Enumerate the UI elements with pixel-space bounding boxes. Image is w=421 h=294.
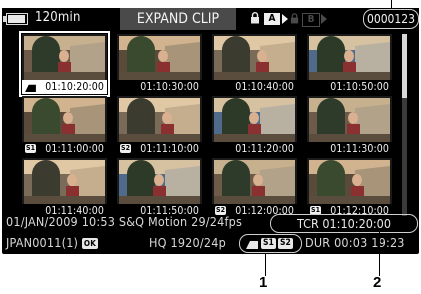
thumbnail-timecode: 01:10:30:00 bbox=[117, 80, 202, 94]
battery-icon bbox=[3, 13, 28, 25]
thumbnail-image bbox=[309, 160, 390, 204]
timecode-readout: TCR 01:10:20:00 bbox=[270, 214, 418, 233]
thumbnail-timecode: 01:11:30:00 bbox=[307, 142, 392, 156]
clip-flag-icon bbox=[246, 241, 258, 249]
scrollbar[interactable] bbox=[402, 34, 407, 216]
slot-b-lock-icon bbox=[290, 13, 299, 24]
slot-a-indicator: A bbox=[264, 13, 280, 25]
thumbnail-image bbox=[24, 36, 105, 80]
thumbnail-timecode: 01:10:50:00 bbox=[307, 80, 392, 94]
callout-number-1: 1 bbox=[259, 274, 268, 291]
clip-thumbnail[interactable]: 01:11:50:00 bbox=[117, 158, 202, 218]
thumbnail-image bbox=[214, 36, 295, 80]
clip-thumbnail[interactable]: 01:11:30:00 bbox=[307, 96, 392, 156]
shot-mark-badge: S1 bbox=[25, 144, 36, 153]
clip-thumbnail[interactable]: 01:11:40:00 bbox=[22, 158, 107, 218]
clip-thumbnail[interactable]: 01:11:00:00 S1 bbox=[22, 96, 107, 156]
callout-leader-1 bbox=[265, 253, 266, 276]
clip-number: 0000123 bbox=[363, 9, 419, 29]
thumbnail-image bbox=[119, 98, 200, 142]
thumbnail-timecode: 01:10:40:00 bbox=[212, 80, 297, 94]
thumbnail-image bbox=[119, 160, 200, 204]
record-mode: S&Q Motion 29/24fps bbox=[118, 214, 243, 229]
clip-thumbnail[interactable]: 01:11:20:00 bbox=[212, 96, 297, 156]
clip-name: JPAN0011(1) bbox=[6, 235, 79, 250]
callout-leader-2 bbox=[379, 232, 380, 276]
clip-thumbnail[interactable]: 01:11:10:00 S2 bbox=[117, 96, 202, 156]
scrollbar-thumb[interactable] bbox=[402, 34, 407, 98]
shot-mark-1-badge: S1 bbox=[261, 238, 276, 249]
essence-mark-indicator: S1 S2 bbox=[239, 234, 302, 253]
figure: 120min EXPAND CLIP A B 0000123 01:10:20:… bbox=[0, 0, 421, 294]
clip-thumbnail[interactable]: 01:10:30:00 bbox=[117, 34, 202, 94]
thumbnail-image bbox=[24, 160, 105, 204]
record-time: 10:53 bbox=[81, 214, 116, 229]
thumbnail-image bbox=[119, 36, 200, 80]
clip-duration: DUR 00:03 19:23 bbox=[305, 235, 405, 250]
thumbnail-timecode: 01:11:20:00 bbox=[212, 142, 297, 156]
thumbnail-image bbox=[214, 160, 295, 204]
screen-title: EXPAND CLIP bbox=[120, 8, 236, 30]
status-bar: 120min EXPAND CLIP A B 0000123 bbox=[2, 8, 419, 30]
recording-info-line: 01/JAN/2009 10:53 S&Q Motion 29/24fps bbox=[6, 214, 242, 229]
clip-thumbnail[interactable]: 01:10:40:00 bbox=[212, 34, 297, 94]
slot-b-indicator: B bbox=[302, 13, 320, 27]
clip-flag-icon bbox=[25, 83, 36, 92]
clip-thumbnail[interactable]: 01:12:10:00 S1 bbox=[307, 158, 392, 218]
video-format: HQ 1920/24p bbox=[149, 235, 226, 250]
shot-mark-badge: S2 bbox=[120, 144, 131, 153]
thumbnail-image bbox=[24, 98, 105, 142]
thumbnail-image bbox=[214, 98, 295, 142]
thumbnail-image bbox=[309, 36, 390, 80]
clip-info-line: JPAN0011(1) OK bbox=[6, 235, 99, 250]
ok-badge: OK bbox=[81, 238, 99, 249]
thumbnail-image bbox=[309, 98, 390, 142]
clip-thumbnail[interactable]: 01:12:00:00 S2 bbox=[212, 158, 297, 218]
record-date: 01/JAN/2009 bbox=[6, 214, 78, 229]
shot-mark-2-badge: S2 bbox=[278, 238, 293, 249]
lock-icon bbox=[251, 12, 259, 24]
clip-thumbnail[interactable]: 01:10:50:00 bbox=[307, 34, 392, 94]
camera-lcd-screen: 120min EXPAND CLIP A B 0000123 01:10:20:… bbox=[2, 8, 419, 254]
callout-number-2: 2 bbox=[373, 274, 382, 291]
clip-thumbnail[interactable]: 01:10:20:00 bbox=[19, 31, 110, 97]
remaining-time: 120min bbox=[35, 10, 81, 25]
slot-a-arrow-icon bbox=[282, 14, 288, 24]
slot-b-arrow-icon bbox=[321, 14, 327, 24]
